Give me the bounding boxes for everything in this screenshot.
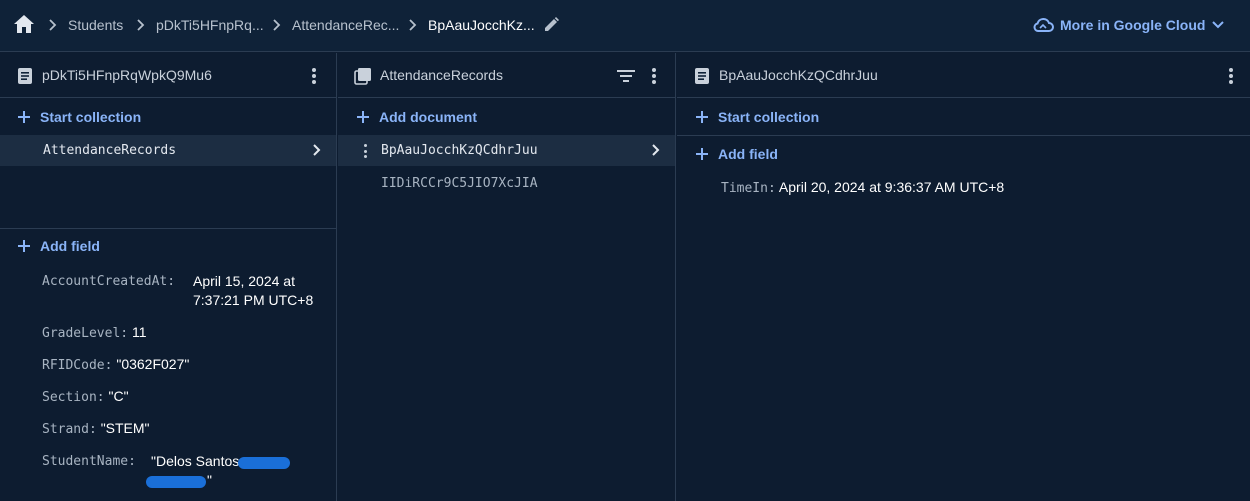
panel-title: BpAauJocchKzQCdhrJuu: [719, 67, 878, 83]
add-document-label: Add document: [379, 109, 477, 125]
field-key: AccountCreatedAt:: [42, 274, 176, 289]
collection-item-attendancerecords[interactable]: AttendanceRecords: [0, 135, 336, 166]
cloud-icon: [1033, 17, 1054, 32]
start-collection-label: Start collection: [718, 109, 820, 125]
field-grade-level[interactable]: GradeLevel: 11: [42, 324, 147, 341]
field-key: GradeLevel:: [42, 326, 129, 341]
chevron-right-icon: [273, 19, 281, 31]
start-collection-label: Start collection: [40, 109, 142, 125]
document-item-selected[interactable]: BpAauJocchKzQCdhrJuu: [338, 135, 675, 166]
chevron-right-icon: [49, 19, 57, 31]
filter-icon[interactable]: [616, 67, 636, 85]
document-icon: [695, 68, 709, 84]
document-icon: [18, 68, 32, 84]
more-in-google-cloud-button[interactable]: More in Google Cloud: [1032, 14, 1205, 36]
field-section[interactable]: Section: "C": [42, 388, 129, 405]
more-vert-icon[interactable]: [1228, 66, 1234, 86]
chevron-right-icon: [652, 144, 660, 156]
breadcrumb-students[interactable]: Students: [68, 17, 123, 33]
breadcrumb-current-doc[interactable]: BpAauJocchKz...: [428, 17, 535, 33]
field-key: RFIDCode:: [42, 358, 113, 373]
divider: [677, 135, 1250, 136]
field-value-line: April 15, 2024 at: [193, 273, 295, 289]
field-strand[interactable]: Strand: "STEM": [42, 420, 150, 437]
panel-header: pDkTi5HFnpRqWpkQ9Mu6: [0, 53, 336, 98]
breadcrumb-attendance[interactable]: AttendanceRec...: [292, 17, 399, 33]
collection-icon: [354, 68, 371, 85]
field-value: "STEM": [100, 420, 150, 436]
field-key: Section:: [42, 390, 105, 405]
add-field-button[interactable]: Add field: [16, 236, 100, 256]
panel-header: AttendanceRecords: [338, 53, 675, 98]
document-label: IIDiRCCr9C5JIO7XcJIA: [381, 176, 538, 191]
field-value: April 20, 2024 at 9:36:37 AM UTC+8: [778, 179, 1005, 195]
add-field-label: Add field: [718, 146, 778, 162]
plus-icon: [16, 109, 32, 125]
plus-icon: [355, 109, 371, 125]
breadcrumb-bar: Students pDkTi5HFnpRq... AttendanceRec..…: [0, 0, 1250, 52]
divider: [0, 228, 336, 229]
add-field-label: Add field: [40, 238, 100, 254]
field-value: 11: [131, 324, 147, 340]
more-vert-icon[interactable]: [651, 66, 657, 86]
plus-icon: [694, 146, 710, 162]
field-value: "0362F027": [116, 356, 190, 372]
attendance-document-panel: BpAauJocchKzQCdhrJuu Start collection Ad…: [677, 53, 1250, 501]
breadcrumb-student-doc[interactable]: pDkTi5HFnpRq...: [156, 17, 264, 33]
field-account-created-at[interactable]: AccountCreatedAt:: [42, 272, 175, 289]
panel-title: AttendanceRecords: [380, 67, 503, 83]
field-key: Strand:: [42, 422, 97, 437]
field-rfid-code[interactable]: RFIDCode: "0362F027": [42, 356, 189, 373]
chevron-right-icon: [137, 19, 145, 31]
collection-label: AttendanceRecords: [43, 143, 177, 158]
plus-icon: [16, 238, 32, 254]
panel-header: BpAauJocchKzQCdhrJuu: [677, 53, 1250, 98]
student-document-panel: pDkTi5HFnpRqWpkQ9Mu6 Start collection At…: [0, 53, 337, 501]
document-label: BpAauJocchKzQCdhrJuu: [381, 143, 538, 158]
add-field-button[interactable]: Add field: [694, 144, 778, 164]
add-document-button[interactable]: Add document: [355, 107, 477, 127]
start-collection-button[interactable]: Start collection: [16, 107, 141, 127]
redaction-mark: [146, 476, 206, 488]
plus-icon: [694, 109, 710, 125]
field-key: TimeIn:: [721, 181, 776, 196]
field-key: StudentName:: [42, 454, 136, 469]
chevron-right-icon: [409, 19, 417, 31]
more-vert-icon[interactable]: [311, 66, 317, 86]
more-vert-icon[interactable]: [362, 144, 368, 158]
field-value: April 15, 2024 at 7:37:21 PM UTC+8: [193, 272, 333, 310]
document-item[interactable]: IIDiRCCr9C5JIO7XcJIA: [338, 168, 675, 199]
chevron-right-icon: [313, 144, 321, 156]
field-value: "C": [108, 388, 129, 404]
more-in-google-cloud-label: More in Google Cloud: [1060, 17, 1206, 33]
pencil-icon[interactable]: [542, 16, 560, 34]
panel-title: pDkTi5HFnpRqWpkQ9Mu6: [42, 67, 212, 83]
field-value-line: 7:37:21 PM UTC+8: [193, 292, 314, 308]
field-student-name[interactable]: StudentName:: [42, 452, 136, 469]
field-time-in[interactable]: TimeIn: April 20, 2024 at 9:36:37 AM UTC…: [721, 179, 1004, 196]
redaction-mark: [238, 457, 290, 469]
home-icon[interactable]: [12, 12, 36, 36]
chevron-down-icon[interactable]: [1210, 17, 1226, 33]
start-collection-button[interactable]: Start collection: [694, 107, 819, 127]
attendance-collection-panel: AttendanceRecords Add document BpAauJocc…: [338, 53, 676, 501]
